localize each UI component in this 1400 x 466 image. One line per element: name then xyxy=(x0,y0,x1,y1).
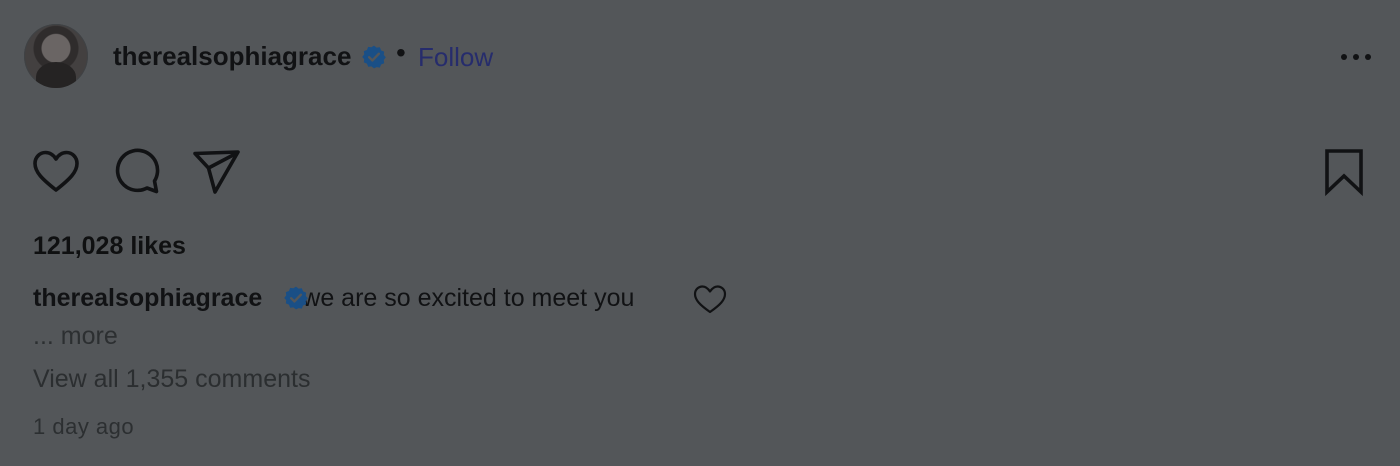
separator-dot: • xyxy=(396,37,406,68)
verified-badge-icon xyxy=(362,45,386,69)
heart-emoji-icon xyxy=(693,285,727,314)
bookmark-icon[interactable] xyxy=(1318,146,1370,198)
post-header: therealsophiagrace • Follow xyxy=(24,24,1376,88)
heart-icon[interactable] xyxy=(30,146,82,198)
more-options-icon[interactable] xyxy=(1336,42,1376,72)
follow-button[interactable]: Follow xyxy=(418,42,493,73)
action-bar xyxy=(30,146,1370,198)
caption-text: we are so excited to meet you xyxy=(302,284,635,312)
likes-count[interactable]: 121,028 likes xyxy=(33,232,186,261)
verified-badge-icon xyxy=(284,286,308,310)
more-link[interactable]: ... more xyxy=(33,322,118,351)
comment-icon[interactable] xyxy=(110,146,162,198)
caption-username[interactable]: therealsophiagrace xyxy=(33,284,262,312)
caption: therealsophiagrace we are so excited to m… xyxy=(33,284,634,313)
username-link[interactable]: therealsophiagrace xyxy=(113,41,351,72)
avatar[interactable] xyxy=(24,24,88,88)
share-icon[interactable] xyxy=(190,146,242,198)
view-comments-link[interactable]: View all 1,355 comments xyxy=(33,365,310,394)
timestamp[interactable]: 1 day ago xyxy=(33,414,134,440)
